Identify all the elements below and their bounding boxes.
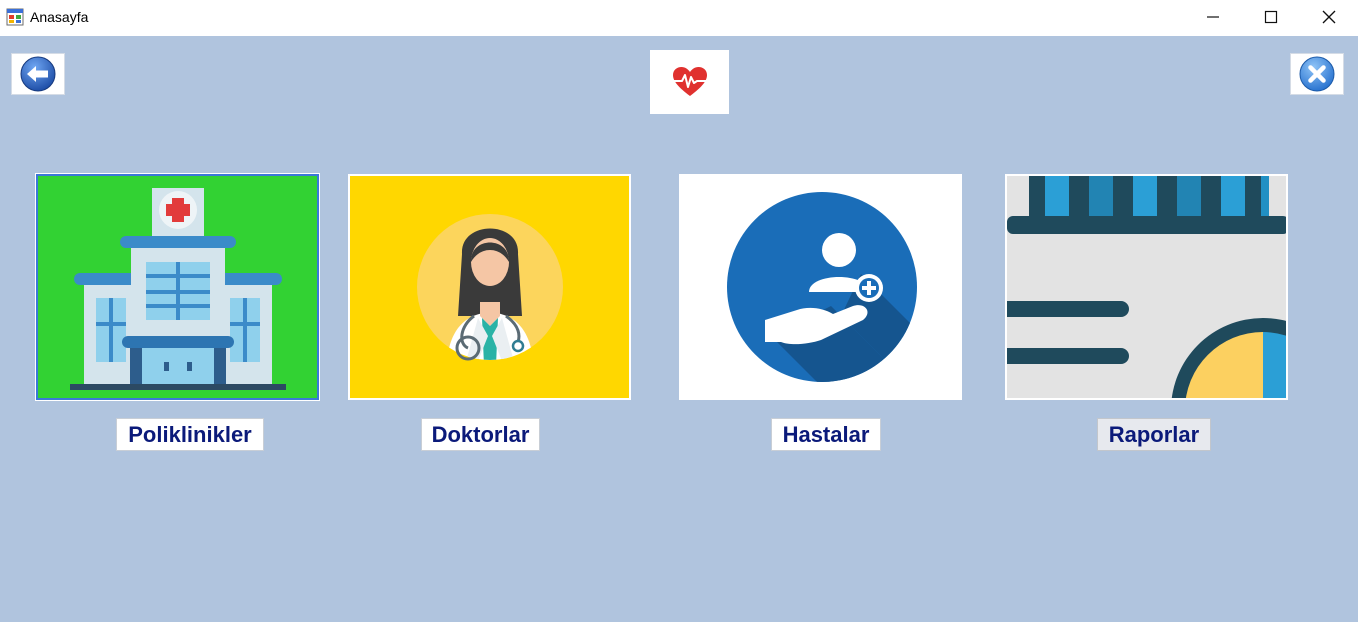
back-arrow-icon	[20, 56, 56, 92]
back-button[interactable]	[11, 53, 65, 95]
window-title-bar: Anasayfa	[0, 0, 1358, 36]
window-title: Anasayfa	[30, 9, 89, 25]
maximize-button[interactable]	[1242, 0, 1300, 34]
doktorlar-button[interactable]: Doktorlar	[421, 418, 540, 451]
report-chart-icon	[1007, 176, 1286, 398]
minimize-icon	[1207, 16, 1219, 18]
poliklinikler-tile-button[interactable]	[36, 174, 319, 400]
heart-pulse-icon	[672, 67, 707, 96]
doktorlar-tile-button[interactable]	[348, 174, 631, 400]
minimize-button[interactable]	[1184, 0, 1242, 34]
close-icon	[1322, 10, 1336, 24]
close-window-button[interactable]	[1300, 0, 1358, 34]
poliklinikler-button[interactable]: Poliklinikler	[116, 418, 264, 451]
raporlar-button[interactable]: Raporlar	[1097, 418, 1211, 451]
hastalar-tile-button[interactable]	[679, 174, 962, 400]
raporlar-tile-button[interactable]	[1005, 174, 1288, 400]
exit-button[interactable]	[1290, 53, 1344, 95]
maximize-icon	[1264, 10, 1278, 24]
doctor-icon	[417, 214, 563, 361]
app-logo	[650, 50, 729, 114]
close-circle-icon	[1299, 56, 1335, 92]
hospital-icon	[70, 188, 286, 390]
winforms-app-icon	[6, 8, 24, 26]
hastalar-button[interactable]: Hastalar	[771, 418, 881, 451]
main-panel: Poliklinikler Doktorlar Hastalar Raporla…	[0, 36, 1358, 622]
patient-care-icon	[727, 192, 917, 382]
